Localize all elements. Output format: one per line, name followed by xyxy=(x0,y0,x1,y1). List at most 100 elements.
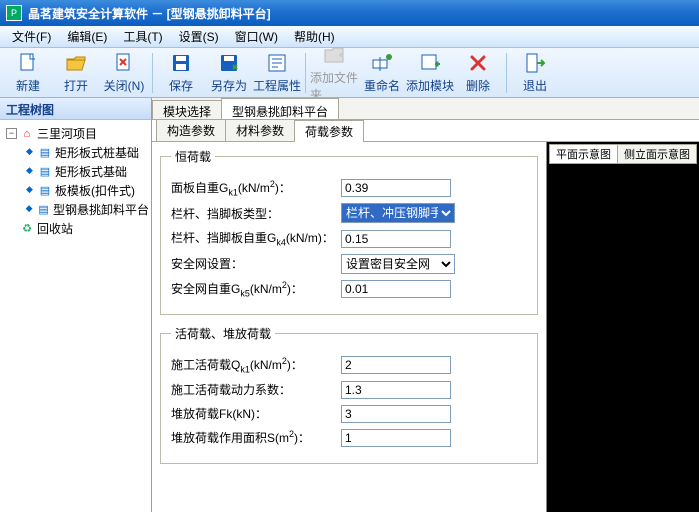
toolbar-exit-button[interactable]: 退出 xyxy=(511,50,559,96)
saveas-icon xyxy=(217,51,241,75)
form-label: 施工活荷载Qk1(kN/m2)： xyxy=(171,356,341,374)
module-tabs: 模块选择型钢悬挑卸料平台 xyxy=(152,98,699,120)
tree-root[interactable]: − ⌂ 三里河项目 xyxy=(2,124,149,143)
rename-icon xyxy=(370,51,394,75)
toolbar-label: 工程属性 xyxy=(253,77,301,94)
tree-recycle[interactable]: ♻ 回收站 xyxy=(2,219,149,238)
toolbar-label: 删除 xyxy=(466,77,490,94)
tree-root-label: 三里河项目 xyxy=(37,125,97,142)
toolbar-label: 另存为 xyxy=(211,77,247,94)
menu-item[interactable]: 窗口(W) xyxy=(227,26,286,47)
menu-bar: 文件(F)编辑(E)工具(T)设置(S)窗口(W)帮助(H) xyxy=(0,26,699,48)
form-row: 栏杆、挡脚板类型：栏杆、冲压钢脚手 xyxy=(171,203,527,223)
open-icon xyxy=(64,51,88,75)
tree-item-label: 矩形板式桩基础 xyxy=(55,144,139,161)
toolbar-props-button[interactable]: 工程属性 xyxy=(253,50,301,96)
content-area: 模块选择型钢悬挑卸料平台 构造参数材料参数荷载参数 恒荷载面板自重Gk1(kN/… xyxy=(152,98,699,512)
param-tab[interactable]: 材料参数 xyxy=(225,119,295,141)
param-tab[interactable]: 构造参数 xyxy=(156,119,226,141)
document-icon: ▤ xyxy=(38,185,52,197)
form-label: 面板自重Gk1(kN/m2)： xyxy=(171,179,341,197)
project-tree[interactable]: − ⌂ 三里河项目 ◆▤矩形板式桩基础◆▤矩形板式基础◆▤板模板(扣件式)◆▤型… xyxy=(0,120,151,242)
view-tab[interactable]: 侧立面示意图 xyxy=(617,144,697,164)
toolbar-separator xyxy=(506,53,507,93)
leaf-icon: ◆ xyxy=(24,166,35,177)
tree-item[interactable]: ◆▤矩形板式桩基础 xyxy=(2,143,149,162)
menu-item[interactable]: 工具(T) xyxy=(115,26,170,47)
menu-item[interactable]: 文件(F) xyxy=(4,26,59,47)
tree-recycle-label: 回收站 xyxy=(37,220,73,237)
toolbar-label: 关闭(N) xyxy=(104,77,145,94)
toolbar-save-button[interactable]: 保存 xyxy=(157,50,205,96)
text-input[interactable] xyxy=(341,429,451,447)
title-bar: P 晶茗建筑安全计算软件 － [型钢悬挑卸料平台] xyxy=(0,0,699,26)
save-icon xyxy=(169,51,193,75)
home-icon: ⌂ xyxy=(20,128,34,140)
addfolder-icon xyxy=(322,43,346,67)
delete-icon xyxy=(466,51,490,75)
document-icon: ▤ xyxy=(37,204,50,216)
menu-item[interactable]: 设置(S) xyxy=(171,26,227,47)
recycle-icon: ♻ xyxy=(20,223,34,235)
toolbar-rename-button[interactable]: 重命名 xyxy=(358,50,406,96)
preview-panel: 平面示意图侧立面示意图 xyxy=(546,142,699,512)
exit-icon xyxy=(523,51,547,75)
toolbar-label: 打开 xyxy=(64,77,88,94)
form-row: 堆放荷载Fk(kN)： xyxy=(171,405,527,423)
text-input[interactable] xyxy=(341,356,451,374)
sidebar-title: 工程树图 xyxy=(0,98,151,120)
toolbar-label: 退出 xyxy=(523,77,547,94)
param-tabs: 构造参数材料参数荷载参数 xyxy=(152,120,699,142)
close-icon xyxy=(112,51,136,75)
toolbar-label: 新建 xyxy=(16,77,40,94)
toolbar-saveas-button[interactable]: 另存为 xyxy=(205,50,253,96)
toolbar-addmod-button[interactable]: 添加模块 xyxy=(406,50,454,96)
form-group: 活荷载、堆放荷载施工活荷载Qk1(kN/m2)： 施工活荷载动力系数： 堆放荷载Fk… xyxy=(160,325,538,463)
tree-item[interactable]: ◆▤板模板(扣件式) xyxy=(2,181,149,200)
tree-item-label: 型钢悬挑卸料平台 xyxy=(53,201,149,218)
toolbar-label: 重命名 xyxy=(364,77,400,94)
sidebar: 工程树图 − ⌂ 三里河项目 ◆▤矩形板式桩基础◆▤矩形板式基础◆▤板模板(扣件… xyxy=(0,98,152,512)
group-legend: 活荷载、堆放荷载 xyxy=(171,325,275,342)
toolbar-separator xyxy=(152,53,153,93)
form-panel: 恒荷载面板自重Gk1(kN/m2)： 栏杆、挡脚板类型：栏杆、冲压钢脚手栏杆、挡脚… xyxy=(152,142,546,512)
form-label: 堆放荷载作用面积S(m2)： xyxy=(171,429,341,446)
toolbar-label: 保存 xyxy=(169,77,193,94)
toolbar-delete-button[interactable]: 删除 xyxy=(454,50,502,96)
form-row: 堆放荷载作用面积S(m2)： xyxy=(171,429,527,447)
text-input[interactable] xyxy=(341,179,451,197)
text-input[interactable] xyxy=(341,405,451,423)
toolbar-new-button[interactable]: 新建 xyxy=(4,50,52,96)
form-row: 施工活荷载Qk1(kN/m2)： xyxy=(171,356,527,374)
group-legend: 恒荷载 xyxy=(171,148,215,165)
form-label: 安全网设置： xyxy=(171,255,341,272)
form-row: 安全网自重Gk5(kN/m2)： xyxy=(171,280,527,298)
module-tab[interactable]: 型钢悬挑卸料平台 xyxy=(221,98,339,119)
form-label: 施工活荷载动力系数： xyxy=(171,381,341,398)
addmod-icon xyxy=(418,51,442,75)
tree-item[interactable]: ◆▤矩形板式基础 xyxy=(2,162,149,181)
form-label: 安全网自重Gk5(kN/m2)： xyxy=(171,280,341,298)
new-icon xyxy=(16,51,40,75)
collapse-icon[interactable]: − xyxy=(6,128,17,139)
tree-item[interactable]: ◆▤型钢悬挑卸料平台 xyxy=(2,200,149,219)
toolbar-close-button[interactable]: 关闭(N) xyxy=(100,50,148,96)
form-row: 栏杆、挡脚板自重Gk4(kN/m)： xyxy=(171,229,527,247)
tree-item-label: 矩形板式基础 xyxy=(55,163,127,180)
toolbar-open-button[interactable]: 打开 xyxy=(52,50,100,96)
leaf-icon: ◆ xyxy=(24,204,34,215)
module-tab[interactable]: 模块选择 xyxy=(152,100,222,119)
select-input[interactable]: 设置密目安全网 xyxy=(341,254,455,274)
document-icon: ▤ xyxy=(38,166,52,178)
view-tab[interactable]: 平面示意图 xyxy=(549,144,618,164)
text-input[interactable] xyxy=(341,280,451,298)
props-icon xyxy=(265,51,289,75)
leaf-icon: ◆ xyxy=(24,185,35,196)
menu-item[interactable]: 编辑(E) xyxy=(59,26,115,47)
text-input[interactable] xyxy=(341,381,451,399)
select-input[interactable]: 栏杆、冲压钢脚手 xyxy=(341,203,455,223)
text-input[interactable] xyxy=(341,230,451,248)
window-title: 晶茗建筑安全计算软件 － [型钢悬挑卸料平台] xyxy=(28,5,271,22)
form-label: 堆放荷载Fk(kN)： xyxy=(171,405,341,422)
param-tab[interactable]: 荷载参数 xyxy=(294,120,364,142)
